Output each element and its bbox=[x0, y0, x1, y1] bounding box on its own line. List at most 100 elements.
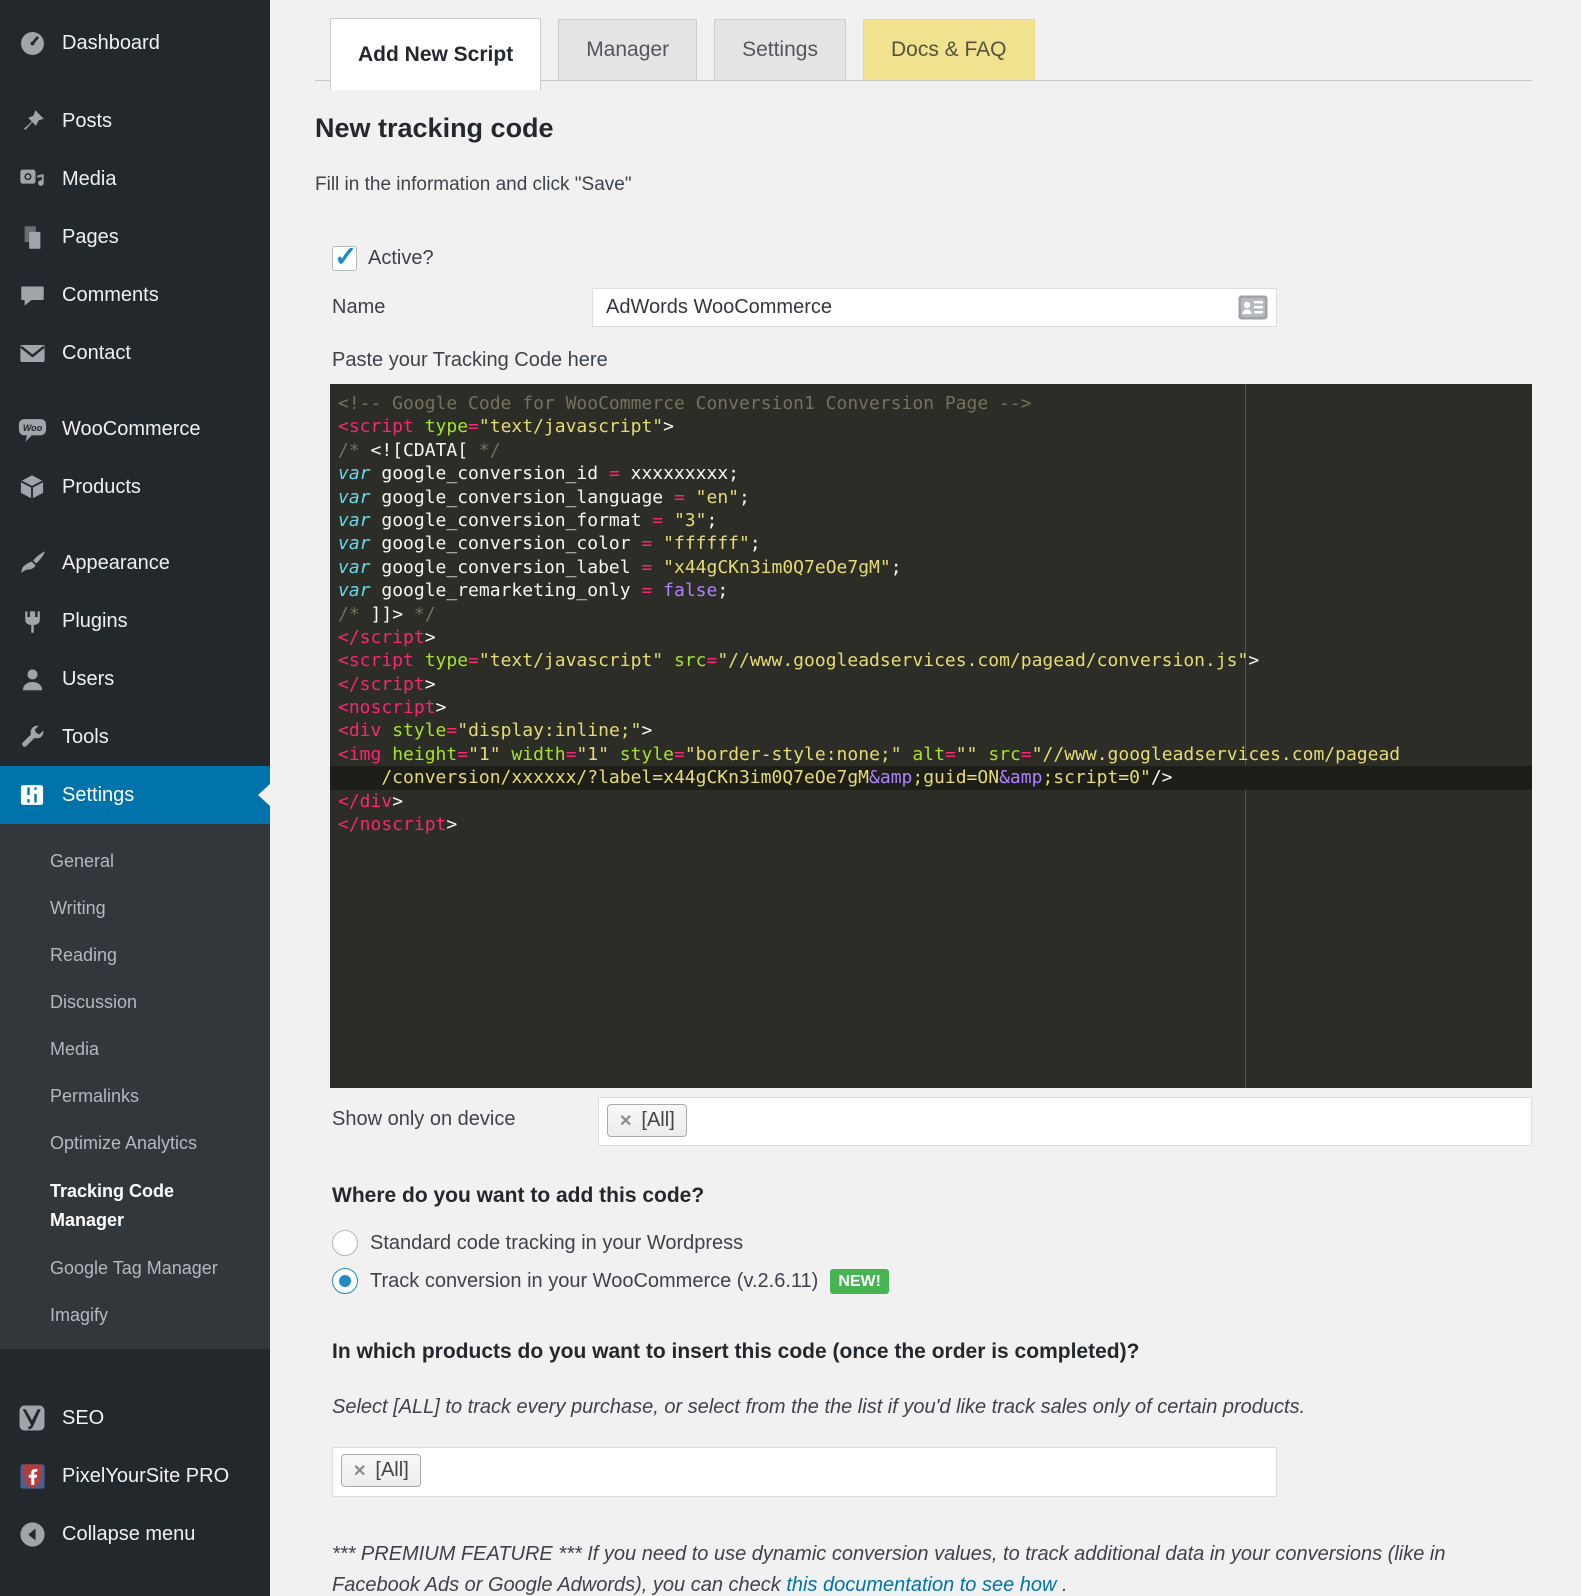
sidebar-item-label: Users bbox=[62, 668, 114, 691]
chip-label: [All] bbox=[641, 1109, 674, 1132]
sidebar-item-label: Dashboard bbox=[62, 32, 160, 55]
sidebar-item-label: SEO bbox=[62, 1407, 104, 1430]
collapse-arrow-icon bbox=[15, 1520, 49, 1549]
pushpin-icon bbox=[15, 108, 49, 135]
sidebar-item-users[interactable]: Users bbox=[0, 650, 270, 708]
tracking-code-editor[interactable]: <!-- Google Code for WooCommerce Convers… bbox=[330, 384, 1532, 1088]
products-chip[interactable]: ✕ [All] bbox=[341, 1454, 421, 1487]
sidebar-item-media[interactable]: Media bbox=[0, 150, 270, 208]
code-line: <script type="text/javascript"> bbox=[338, 415, 1532, 438]
code-line: <img height="1" width="1" style="border-… bbox=[338, 743, 1532, 766]
tab-bar: Add New Script Manager Settings Docs & F… bbox=[315, 18, 1532, 81]
autofill-contact-card-icon[interactable] bbox=[1238, 295, 1268, 325]
media-icon bbox=[15, 165, 49, 193]
sidebar-item-label: Media bbox=[62, 168, 116, 191]
new-badge: NEW! bbox=[830, 1269, 889, 1294]
sidebar-item-label: PixelYourSite PRO bbox=[62, 1465, 229, 1488]
envelope-icon bbox=[15, 339, 49, 368]
submenu-item-discussion[interactable]: Discussion bbox=[0, 979, 270, 1026]
code-line: var google_conversion_id = xxxxxxxxx; bbox=[338, 462, 1532, 485]
tab-settings[interactable]: Settings bbox=[714, 19, 846, 80]
documentation-link[interactable]: this documentation to see how bbox=[786, 1574, 1056, 1596]
settings-submenu: General Writing Reading Discussion Media… bbox=[0, 824, 270, 1349]
code-line: /* <![CDATA[ */ bbox=[338, 439, 1532, 462]
sidebar-item-woocommerce[interactable]: Woo WooCommerce bbox=[0, 400, 270, 458]
sidebar-item-pixelyoursite[interactable]: PixelYourSite PRO bbox=[0, 1447, 270, 1505]
code-line: </script> bbox=[338, 626, 1532, 649]
code-line: var google_conversion_format = "3"; bbox=[338, 509, 1532, 532]
sidebar-item-label: Products bbox=[62, 476, 141, 499]
radio-woocommerce-row: Track conversion in your WooCommerce (v.… bbox=[332, 1268, 1532, 1294]
submenu-item-imagify[interactable]: Imagify bbox=[0, 1292, 270, 1339]
page-subtitle: Fill in the information and click "Save" bbox=[315, 174, 1532, 196]
products-select[interactable]: ✕ [All] bbox=[332, 1447, 1277, 1497]
sidebar-item-label: Contact bbox=[62, 342, 131, 365]
paste-code-label: Paste your Tracking Code here bbox=[332, 349, 1532, 372]
submenu-item-reading[interactable]: Reading bbox=[0, 932, 270, 979]
radio-woocommerce-label: Track conversion in your WooCommerce (v.… bbox=[370, 1270, 818, 1293]
sidebar-item-settings[interactable]: Settings bbox=[0, 766, 270, 824]
active-checkbox-row: ✓ Active? bbox=[332, 246, 1532, 271]
code-line: var google_remarketing_only = false; bbox=[338, 579, 1532, 602]
sidebar-item-contact[interactable]: Contact bbox=[0, 324, 270, 382]
dashboard-icon bbox=[15, 29, 49, 58]
device-select[interactable]: ✕ [All] bbox=[598, 1097, 1532, 1146]
sidebar-item-label: WooCommerce bbox=[62, 418, 201, 441]
settings-sliders-icon bbox=[15, 781, 49, 809]
main-content: Add New Script Manager Settings Docs & F… bbox=[270, 0, 1581, 1596]
code-line: <noscript> bbox=[338, 696, 1532, 719]
sidebar-item-comments[interactable]: Comments bbox=[0, 266, 270, 324]
sidebar-item-appearance[interactable]: Appearance bbox=[0, 534, 270, 592]
comment-bubble-icon bbox=[15, 282, 49, 309]
device-row: Show only on device ✕[All] bbox=[332, 1097, 1532, 1146]
user-icon bbox=[15, 666, 49, 693]
submenu-item-media[interactable]: Media bbox=[0, 1026, 270, 1073]
sidebar-item-dashboard[interactable]: Dashboard bbox=[0, 14, 270, 72]
remove-chip-icon[interactable]: ✕ bbox=[619, 1111, 632, 1131]
radio-standard[interactable] bbox=[332, 1230, 358, 1256]
sidebar-item-posts[interactable]: Posts bbox=[0, 92, 270, 150]
tab-docs-faq[interactable]: Docs & FAQ bbox=[863, 19, 1035, 80]
code-line: /conversion/xxxxxx/?label=x44gCKn3im0Q7e… bbox=[330, 766, 1532, 789]
radio-woocommerce[interactable] bbox=[332, 1268, 358, 1294]
code-line: <script type="text/javascript" src="//ww… bbox=[338, 649, 1532, 672]
page-title: New tracking code bbox=[315, 113, 1532, 144]
submenu-item-optimize-analytics[interactable]: Optimize Analytics bbox=[0, 1120, 270, 1167]
submenu-item-permalinks[interactable]: Permalinks bbox=[0, 1073, 270, 1120]
code-line: <!-- Google Code for WooCommerce Convers… bbox=[338, 392, 1532, 415]
code-line: var google_conversion_label = "x44gCKn3i… bbox=[338, 556, 1532, 579]
wrench-icon bbox=[15, 723, 49, 751]
sidebar-item-label: Collapse menu bbox=[62, 1523, 195, 1546]
code-line: var google_conversion_language = "en"; bbox=[338, 486, 1532, 509]
submenu-item-general[interactable]: General bbox=[0, 838, 270, 885]
code-line: </script> bbox=[338, 673, 1532, 696]
chip-label: [All] bbox=[375, 1459, 408, 1482]
where-heading: Where do you want to add this code? bbox=[332, 1184, 1532, 1208]
sidebar-item-tools[interactable]: Tools bbox=[0, 708, 270, 766]
submenu-item-writing[interactable]: Writing bbox=[0, 885, 270, 932]
code-lines: <!-- Google Code for WooCommerce Convers… bbox=[330, 384, 1532, 836]
sidebar-item-products[interactable]: Products bbox=[0, 458, 270, 516]
premium-note: *** PREMIUM FEATURE *** If you need to u… bbox=[332, 1539, 1532, 1596]
code-line: <div style="display:inline;"> bbox=[338, 719, 1532, 742]
tab-add-new-script[interactable]: Add New Script bbox=[330, 18, 541, 90]
collapse-menu-button[interactable]: Collapse menu bbox=[0, 1505, 270, 1563]
tab-manager[interactable]: Manager bbox=[558, 19, 697, 80]
sidebar-item-plugins[interactable]: Plugins bbox=[0, 592, 270, 650]
device-chip[interactable]: ✕ [All] bbox=[607, 1104, 687, 1137]
sidebar-bottom-group: SEO PixelYourSite PRO Collapse menu bbox=[0, 1389, 270, 1563]
sidebar-item-label: Plugins bbox=[62, 610, 128, 633]
code-line: /* ]]> */ bbox=[338, 603, 1532, 626]
active-checkbox[interactable]: ✓ bbox=[332, 246, 357, 271]
sidebar-item-label: Pages bbox=[62, 226, 119, 249]
sidebar-item-pages[interactable]: Pages bbox=[0, 208, 270, 266]
admin-sidebar: Dashboard Posts Media Pages Comments bbox=[0, 0, 270, 1596]
pages-icon bbox=[15, 224, 49, 251]
radio-standard-label: Standard code tracking in your Wordpress bbox=[370, 1232, 743, 1255]
submenu-item-tracking-code-manager[interactable]: Tracking Code Manager bbox=[0, 1167, 230, 1245]
products-heading: In which products do you want to insert … bbox=[332, 1340, 1532, 1364]
sidebar-item-seo[interactable]: SEO bbox=[0, 1389, 270, 1447]
name-input[interactable] bbox=[592, 288, 1277, 327]
remove-chip-icon[interactable]: ✕ bbox=[353, 1461, 366, 1481]
submenu-item-google-tag-manager[interactable]: Google Tag Manager bbox=[0, 1245, 270, 1292]
